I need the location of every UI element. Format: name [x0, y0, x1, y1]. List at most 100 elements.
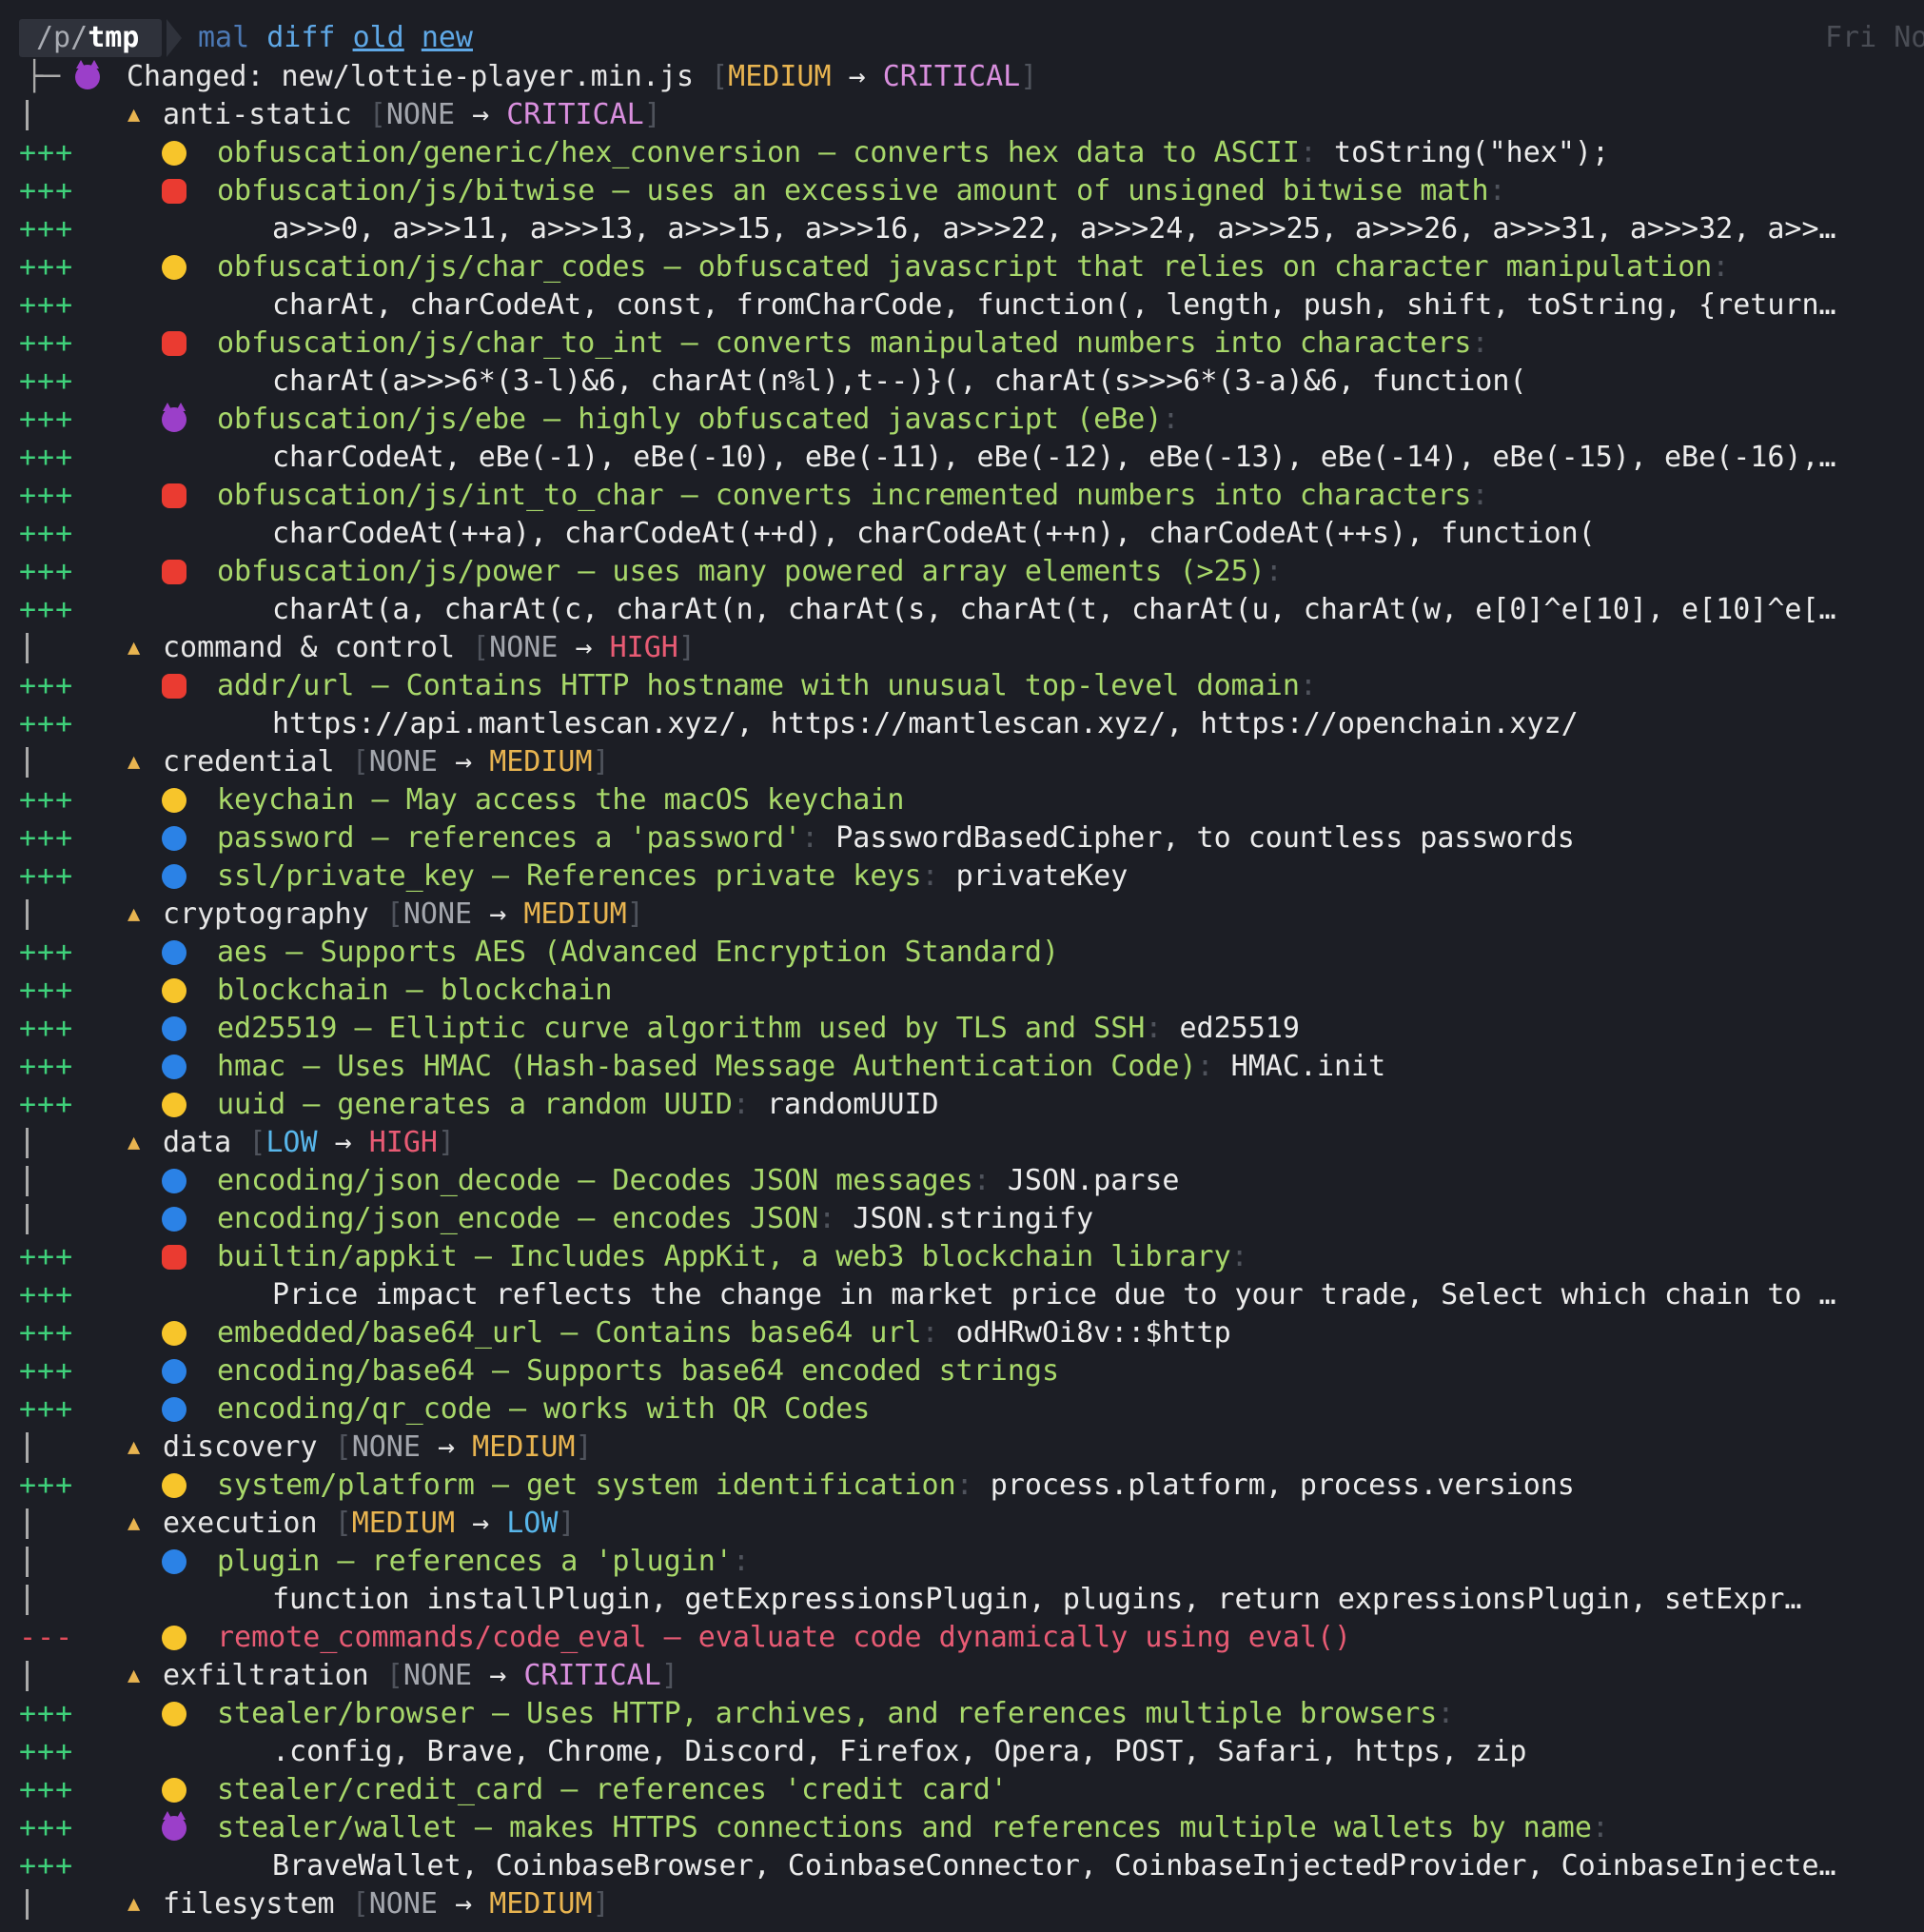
added-marker: +++: [19, 1278, 74, 1311]
command-name: mal: [198, 21, 250, 54]
risk-to: MEDIUM: [489, 745, 593, 779]
finding-row: +++ password — references a 'password': …: [0, 819, 1924, 858]
tree-bar: [26, 1166, 29, 1196]
added-marker: +++: [19, 1697, 74, 1730]
finding-match-row: +++ Price impact reflects the change in …: [0, 1276, 1924, 1314]
tree-bar: [26, 1547, 29, 1577]
yellow-circle-icon: [162, 1473, 187, 1498]
command-line[interactable]: mal diff old new: [198, 19, 473, 57]
added-marker: +++: [19, 859, 74, 893]
finding-description: obfuscation/js/char_to_int — converts ma…: [217, 326, 1472, 360]
finding-row: +++ embedded/base64_url — Contains base6…: [0, 1314, 1924, 1352]
finding-description: encoding/qr_code — works with QR Codes: [217, 1392, 871, 1426]
risk-arrow: →: [438, 1430, 456, 1464]
finding-row: +++ obfuscation/js/power — uses many pow…: [0, 553, 1924, 591]
finding-row: encoding/json_decode — Decodes JSON mess…: [0, 1162, 1924, 1200]
devil-icon: [162, 403, 187, 432]
triangle-icon: ▲: [128, 636, 141, 660]
risk-from: NONE: [402, 1659, 473, 1692]
risk-arrow: →: [489, 1659, 507, 1692]
finding-row: +++ blockchain — blockchain: [0, 972, 1924, 1010]
finding-match-row: +++ a>>>0, a>>>11, a>>>13, a>>>15, a>>>1…: [0, 210, 1924, 248]
added-marker: +++: [19, 1773, 74, 1806]
added-marker: +++: [19, 555, 74, 588]
finding-row: +++ stealer/browser — Uses HTTP, archive…: [0, 1695, 1924, 1733]
devil-icon: [75, 60, 100, 89]
terminal-window[interactable]: /p/tmp mal diff old new Fri No ├─ Change…: [0, 0, 1924, 1932]
finding-description: builtin/appkit — Includes AppKit, a web3…: [217, 1240, 1231, 1273]
added-marker: +++: [19, 669, 74, 702]
finding-row: +++ encoding/qr_code — works with QR Cod…: [0, 1390, 1924, 1429]
added-marker: +++: [19, 1849, 74, 1883]
risk-arrow: →: [334, 1126, 352, 1159]
triangle-icon: ▲: [128, 103, 141, 127]
tree-bar: [26, 1889, 29, 1920]
blue-circle-icon: [162, 826, 187, 851]
tree-bar: [26, 899, 29, 930]
added-marker: +++: [19, 1316, 74, 1350]
added-marker: +++: [19, 974, 74, 1007]
finding-match-row: +++ charAt, charCodeAt, const, fromCharC…: [0, 286, 1924, 325]
finding-description: obfuscation/generic/hex_conversion — con…: [217, 136, 1300, 169]
category-row: ▲ cryptography [NONE → MEDIUM]: [0, 896, 1924, 934]
triangle-icon: ▲: [128, 750, 141, 774]
finding-description: ed25519 — Elliptic curve algorithm used …: [217, 1012, 1146, 1045]
blue-circle-icon: [162, 1055, 187, 1079]
category-name: execution: [163, 1507, 318, 1540]
finding-description: blockchain — blockchain: [217, 974, 613, 1007]
finding-match: charAt, charCodeAt, const, fromCharCode,…: [272, 288, 1836, 322]
tree-bar: [26, 100, 29, 130]
finding-description: obfuscation/js/ebe — highly obfuscated j…: [217, 403, 1163, 436]
risk-from: NONE: [368, 745, 438, 779]
finding-row: +++ obfuscation/js/char_to_int — convert…: [0, 325, 1924, 363]
risk-arrow: →: [848, 60, 866, 93]
finding-description: hmac — Uses HMAC (Hash-based Message Aut…: [217, 1050, 1197, 1083]
red-octagon-icon: [162, 179, 187, 204]
finding-description: remote_commands/code_eval — evaluate cod…: [217, 1621, 1352, 1654]
blue-circle-icon: [162, 1207, 187, 1232]
finding-description: ssl/private_key — References private key…: [217, 859, 922, 893]
finding-row: +++ obfuscation/js/bitwise — uses an exc…: [0, 172, 1924, 210]
risk-from: NONE: [489, 631, 559, 664]
finding-match: .config, Brave, Chrome, Discord, Firefox…: [272, 1735, 1527, 1768]
finding-match-row: +++ charCodeAt, eBe(-1), eBe(-10), eBe(-…: [0, 439, 1924, 477]
finding-description: addr/url — Contains HTTP hostname with u…: [217, 669, 1300, 702]
finding-description: keychain — May access the macOS keychain: [217, 783, 905, 817]
finding-row: +++ hmac — Uses HMAC (Hash-based Message…: [0, 1048, 1924, 1086]
finding-row: +++ keychain — May access the macOS keyc…: [0, 781, 1924, 819]
finding-match-row: function installPlugin, getExpressionsPl…: [0, 1581, 1924, 1619]
added-marker: +++: [19, 441, 74, 474]
devil-icon: [162, 1811, 187, 1841]
risk-arrow: →: [575, 631, 593, 664]
finding-description: obfuscation/js/int_to_char — converts in…: [217, 479, 1472, 512]
finding-match: HMAC.init: [1230, 1050, 1386, 1083]
added-marker: +++: [19, 288, 74, 322]
finding-row: +++ stealer/wallet — makes HTTPS connect…: [0, 1809, 1924, 1847]
finding-row: +++ aes — Supports AES (Advanced Encrypt…: [0, 934, 1924, 972]
finding-description: system/platform — get system identificat…: [217, 1469, 956, 1502]
finding-row: +++ uuid — generates a random UUID: rand…: [0, 1086, 1924, 1124]
added-marker: +++: [19, 517, 74, 550]
command-arg-old[interactable]: old: [353, 21, 404, 54]
removed-marker: ---: [19, 1621, 74, 1654]
finding-row: plugin — references a 'plugin':: [0, 1543, 1924, 1581]
added-marker: +++: [19, 936, 74, 969]
yellow-circle-icon: [162, 255, 187, 280]
command-subcommand: diff: [266, 21, 336, 54]
risk-arrow: →: [472, 1507, 490, 1540]
finding-description: encoding/base64 — Supports base64 encode…: [217, 1354, 1060, 1388]
risk-arrow: →: [472, 98, 490, 131]
yellow-circle-icon: [162, 1093, 187, 1117]
finding-row: +++ builtin/appkit — Includes AppKit, a …: [0, 1238, 1924, 1276]
finding-match: toString("hex");: [1334, 136, 1609, 169]
risk-to: HIGH: [609, 631, 678, 664]
finding-description: obfuscation/js/char_codes — obfuscated j…: [217, 250, 1713, 284]
finding-description: plugin — references a 'plugin': [217, 1545, 733, 1578]
risk-to: CRITICAL: [882, 60, 1021, 93]
tree-bar: [26, 747, 29, 778]
command-arg-new[interactable]: new: [422, 21, 473, 54]
category-row: ▲ anti-static [NONE → CRITICAL]: [0, 96, 1924, 134]
finding-row: +++ stealer/credit_card — references 'cr…: [0, 1771, 1924, 1809]
finding-description: obfuscation/js/power — uses many powered…: [217, 555, 1266, 588]
added-marker: +++: [19, 479, 74, 512]
